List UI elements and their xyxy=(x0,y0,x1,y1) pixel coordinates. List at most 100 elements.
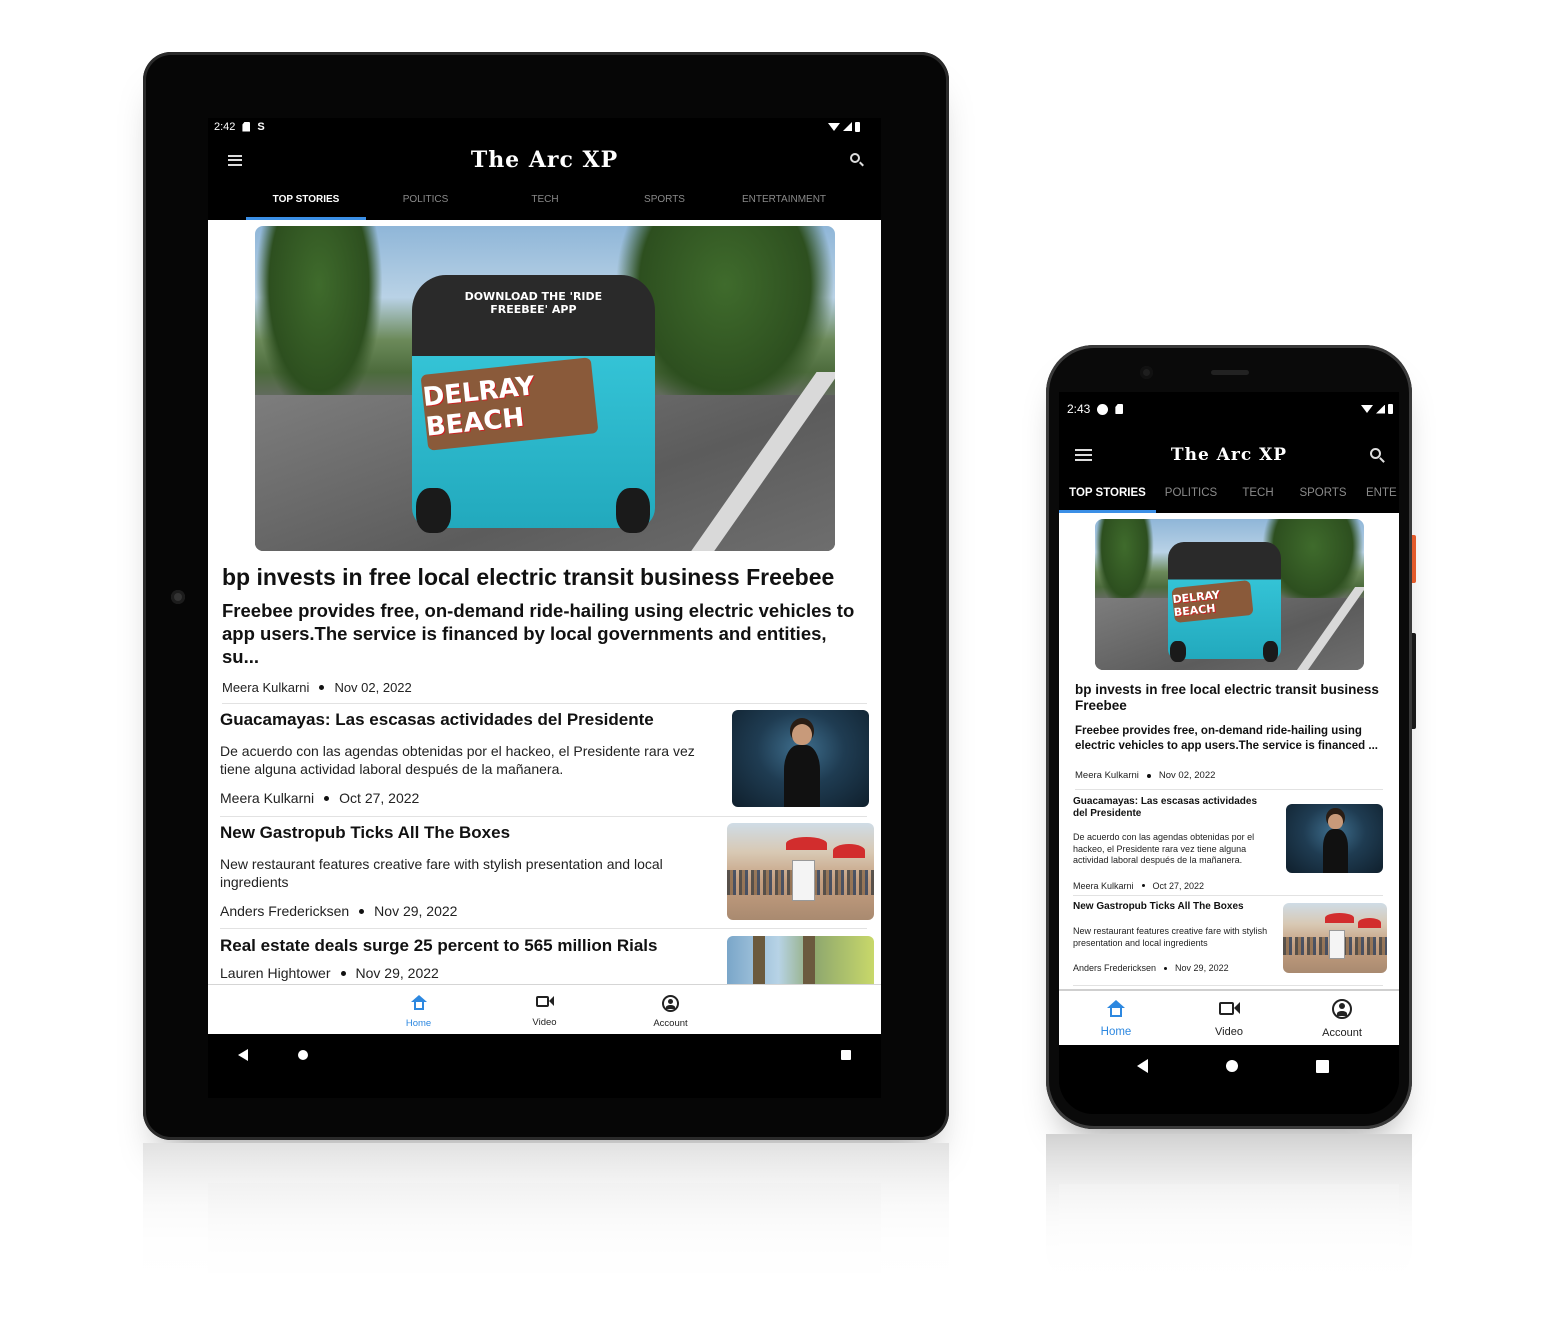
article-meta: Lauren Hightower Nov 29, 2022 xyxy=(220,965,727,981)
article-date: Nov 29, 2022 xyxy=(1175,963,1229,973)
hero-description: Freebee provides free, on-demand ride-ha… xyxy=(1075,725,1378,752)
tab-politics[interactable]: POLITICS xyxy=(1156,478,1226,513)
wifi-icon xyxy=(828,122,840,131)
article-row[interactable]: New Gastropub Ticks All The Boxes New re… xyxy=(1073,896,1387,986)
account-icon xyxy=(1332,999,1352,1019)
tablet-feed[interactable]: DOWNLOAD THE 'RIDE FREEBEE' APP DELRAY B… xyxy=(208,220,881,984)
meta-separator-dot xyxy=(1141,884,1145,887)
account-icon xyxy=(662,994,679,1012)
home-button-icon[interactable] xyxy=(1226,1060,1238,1072)
signal-icon xyxy=(1376,404,1385,414)
nav-home[interactable]: Home xyxy=(1060,993,1173,1045)
nav-video[interactable]: Video xyxy=(482,989,608,1034)
phone-power-button xyxy=(1412,535,1416,583)
tab-tech[interactable]: TECH xyxy=(1226,478,1290,513)
tablet-device: 2:42 S The Arc XP TOP STORIES POLITICS T… xyxy=(143,52,949,1140)
tab-top-stories[interactable]: TOP STORIES xyxy=(1059,478,1156,513)
article-author: Anders Fredericksen xyxy=(220,903,350,919)
tab-sports[interactable]: SPORTS xyxy=(1290,478,1356,513)
nav-video-label: Video xyxy=(532,1017,557,1028)
tablet-camera xyxy=(171,590,185,604)
phone-speaker xyxy=(1211,370,1249,375)
back-icon[interactable] xyxy=(1137,1059,1148,1073)
sd-card-icon xyxy=(1115,404,1124,414)
tablet-app-bar: The Arc XP xyxy=(208,135,881,185)
nav-account-label: Account xyxy=(653,1017,688,1029)
article-thumbnail[interactable] xyxy=(732,710,869,807)
home-button-icon[interactable] xyxy=(298,1050,308,1060)
recents-icon[interactable] xyxy=(1316,1059,1329,1073)
article-thumbnail[interactable] xyxy=(727,936,874,984)
sd-card-icon xyxy=(242,121,251,132)
search-icon[interactable] xyxy=(850,153,864,167)
article-description: New restaurant features creative fare wi… xyxy=(220,856,663,890)
article-meta: Meera Kulkarni Oct 27, 2022 xyxy=(220,790,732,806)
hero-title[interactable]: bp invests in free local electric transi… xyxy=(1075,682,1383,714)
search-icon[interactable] xyxy=(1370,447,1385,463)
home-icon xyxy=(410,994,427,1010)
article-thumbnail[interactable] xyxy=(1283,903,1387,973)
article-title[interactable]: Guacamayas: Las escasas actividades del … xyxy=(220,710,732,730)
article-description: De acuerdo con las agendas obtenidas por… xyxy=(220,743,695,777)
nav-video[interactable]: Video xyxy=(1173,993,1286,1045)
battery-icon xyxy=(1388,404,1393,414)
tab-top-stories[interactable]: TOP STORIES xyxy=(246,185,366,220)
signal-icon xyxy=(843,122,852,131)
article-author: Lauren Hightower xyxy=(220,965,331,981)
recents-icon[interactable] xyxy=(841,1050,851,1060)
meta-separator-dot xyxy=(1164,966,1168,970)
tablet-bottom-nav: Home Video Account xyxy=(208,984,881,1034)
tablet-tab-bar: TOP STORIES POLITICS TECH SPORTS ENTERTA… xyxy=(208,185,881,220)
nav-account[interactable]: Account xyxy=(1286,993,1399,1045)
home-icon xyxy=(1107,1000,1125,1017)
tab-sports[interactable]: SPORTS xyxy=(605,185,724,220)
article-author: Meera Kulkarni xyxy=(220,790,315,806)
bus-sign-text: DELRAY BEACH xyxy=(1171,579,1254,624)
article-title[interactable]: Real estate deals surge 25 percent to 56… xyxy=(220,936,727,956)
app-logo: The Arc XP xyxy=(470,147,619,173)
nav-home-label: Home xyxy=(1100,1026,1132,1038)
hero-date: Nov 02, 2022 xyxy=(334,680,412,695)
article-title[interactable]: New Gastropub Ticks All The Boxes xyxy=(1073,901,1283,913)
hero-image[interactable]: DOWNLOAD THE 'RIDE FREEBEE' APP DELRAY B… xyxy=(255,226,835,551)
meta-separator-dot xyxy=(1146,773,1151,778)
article-row[interactable]: Real estate deals surge 25 percent to 56… xyxy=(220,929,874,984)
nav-account[interactable]: Account xyxy=(608,989,734,1034)
article-row[interactable]: Guacamayas: Las escasas actividades del … xyxy=(220,704,869,817)
battery-icon xyxy=(855,121,860,132)
tablet-reflection xyxy=(143,1143,949,1303)
bus-banner-text: DOWNLOAD THE 'RIDE FREEBEE' APP xyxy=(464,289,603,316)
article-date: Nov 29, 2022 xyxy=(374,903,458,919)
bus-sign-text: DELRAY BEACH xyxy=(420,357,598,451)
tab-tech[interactable]: TECH xyxy=(485,185,605,220)
article-row[interactable]: Guacamayas: Las escasas actividades del … xyxy=(1073,790,1383,896)
article-title[interactable]: Guacamayas: Las escasas actividades del … xyxy=(1073,796,1286,820)
tablet-system-nav xyxy=(208,1034,881,1076)
wifi-icon xyxy=(1361,405,1373,413)
tab-entertainment[interactable]: ENTERTAINMENT xyxy=(724,185,844,220)
tab-entertainment[interactable]: ENTE xyxy=(1356,478,1399,513)
phone-screen: 2:43 The Arc XP TOP STORIES POLITICS TEC… xyxy=(1059,392,1399,1114)
phone-feed[interactable]: DELRAY BEACH bp invests in free local el… xyxy=(1059,513,1399,989)
phone-system-nav xyxy=(1059,1045,1399,1087)
menu-icon[interactable] xyxy=(228,154,242,166)
tab-politics[interactable]: POLITICS xyxy=(366,185,485,220)
phone-camera xyxy=(1140,366,1153,379)
article-date: Oct 27, 2022 xyxy=(1152,880,1205,891)
app-logo: The Arc XP xyxy=(1170,445,1288,465)
hero-image[interactable]: DELRAY BEACH xyxy=(1095,519,1364,670)
article-thumbnail[interactable] xyxy=(727,823,874,920)
article-title[interactable]: New Gastropub Ticks All The Boxes xyxy=(220,823,727,843)
article-thumbnail[interactable] xyxy=(1286,804,1383,873)
back-icon[interactable] xyxy=(238,1049,248,1061)
nav-home-label: Home xyxy=(405,1017,432,1029)
nav-home[interactable]: Home xyxy=(356,989,482,1034)
video-icon xyxy=(1218,1001,1240,1015)
menu-icon[interactable] xyxy=(1075,449,1092,461)
hero-title[interactable]: bp invests in free local electric transi… xyxy=(222,564,881,590)
article-row[interactable]: New Gastropub Ticks All The Boxes New re… xyxy=(220,817,874,929)
article-meta: Anders Fredericksen Nov 29, 2022 xyxy=(1073,963,1283,973)
hero-author: Meera Kulkarni xyxy=(1075,770,1139,781)
article-author: Anders Fredericksen xyxy=(1073,963,1157,973)
phone-device: 2:43 The Arc XP TOP STORIES POLITICS TEC… xyxy=(1046,345,1416,1129)
